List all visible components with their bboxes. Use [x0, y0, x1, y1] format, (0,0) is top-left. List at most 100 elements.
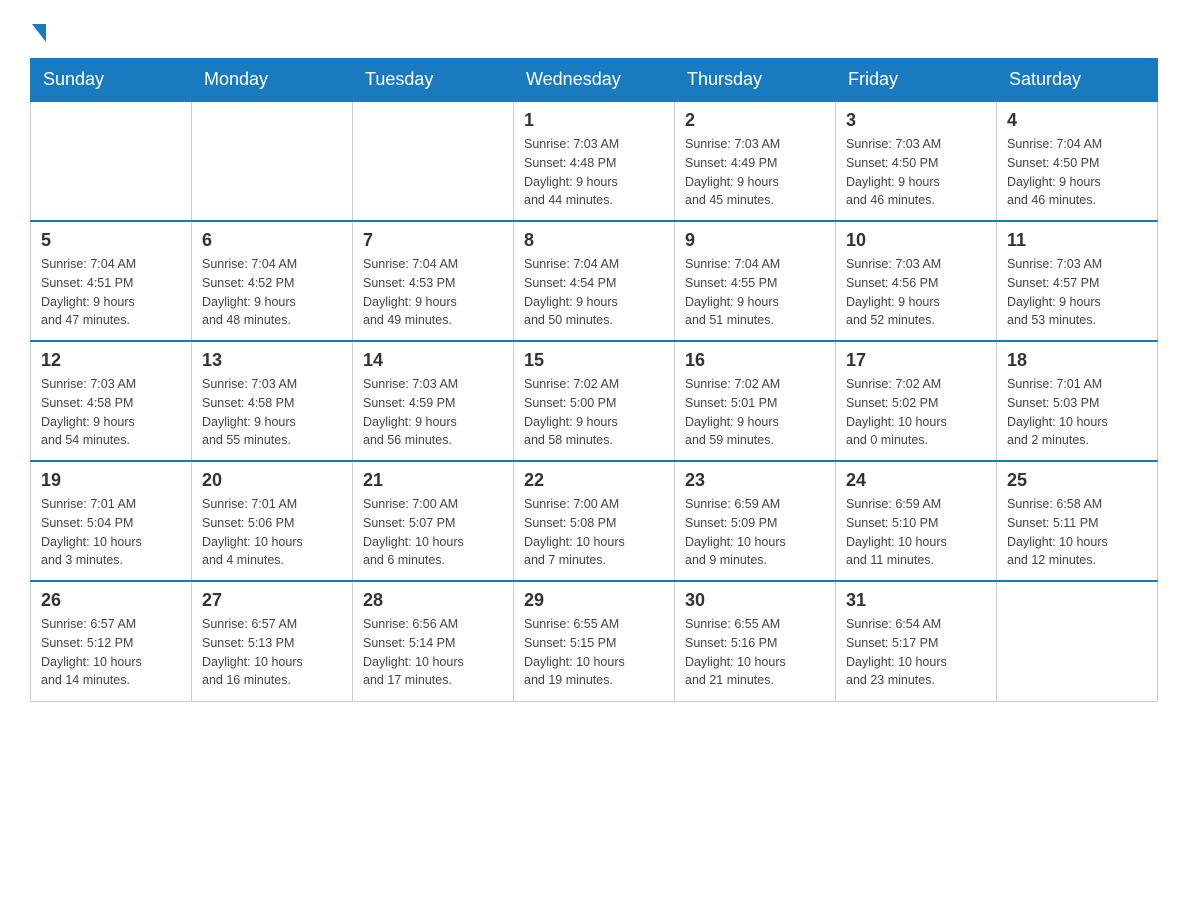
calendar-cell: 30Sunrise: 6:55 AM Sunset: 5:16 PM Dayli…: [675, 581, 836, 701]
day-number: 5: [41, 230, 181, 251]
calendar-cell: 1 Sunrise: 7:03 AM Sunset: 4:48 PM Daylig…: [514, 101, 675, 221]
day-number: 1: [524, 110, 664, 131]
day-number: 25: [1007, 470, 1147, 491]
calendar-week-3: 12 Sunrise: 7:03 AM Sunset: 4:58 PM Dayli…: [31, 341, 1158, 461]
calendar-header-saturday: Saturday: [997, 59, 1158, 102]
day-number: 8: [524, 230, 664, 251]
calendar-cell: 18 Sunrise: 7:01 AM Sunset: 5:03 PM Dayli…: [997, 341, 1158, 461]
day-number: 20: [202, 470, 342, 491]
calendar-cell: 11Sunrise: 7:03 AM Sunset: 4:57 PM Dayli…: [997, 221, 1158, 341]
calendar-week-4: 19 Sunrise: 7:01 AM Sunset: 5:04 PM Dayli…: [31, 461, 1158, 581]
day-info: Sunrise: 7:04 AM Sunset: 4:53 PM Dayligh…: [363, 255, 503, 330]
day-info: Sunrise: 7:03 AM Sunset: 4:58 PM Dayligh…: [41, 375, 181, 450]
day-number: 9: [685, 230, 825, 251]
day-info: Sunrise: 7:01 AM Sunset: 5:04 PM Dayligh…: [41, 495, 181, 570]
calendar-cell: 22 Sunrise: 7:00 AM Sunset: 5:08 PM Dayli…: [514, 461, 675, 581]
day-info: Sunrise: 7:03 AM Sunset: 4:49 PM Dayligh…: [685, 135, 825, 210]
day-info: Sunrise: 7:00 AM Sunset: 5:08 PM Dayligh…: [524, 495, 664, 570]
calendar-cell: [31, 101, 192, 221]
day-number: 28: [363, 590, 503, 611]
day-number: 18: [1007, 350, 1147, 371]
day-number: 14: [363, 350, 503, 371]
calendar-cell: 27 Sunrise: 6:57 AM Sunset: 5:13 PM Dayli…: [192, 581, 353, 701]
day-info: Sunrise: 7:02 AM Sunset: 5:00 PM Dayligh…: [524, 375, 664, 450]
calendar-cell: 25 Sunrise: 6:58 AM Sunset: 5:11 PM Dayli…: [997, 461, 1158, 581]
calendar-cell: 12 Sunrise: 7:03 AM Sunset: 4:58 PM Dayli…: [31, 341, 192, 461]
day-number: 19: [41, 470, 181, 491]
calendar-cell: [353, 101, 514, 221]
calendar-header-sunday: Sunday: [31, 59, 192, 102]
calendar-cell: 23Sunrise: 6:59 AM Sunset: 5:09 PM Dayli…: [675, 461, 836, 581]
calendar-header-monday: Monday: [192, 59, 353, 102]
calendar-week-1: 1 Sunrise: 7:03 AM Sunset: 4:48 PM Daylig…: [31, 101, 1158, 221]
calendar-cell: 14 Sunrise: 7:03 AM Sunset: 4:59 PM Dayli…: [353, 341, 514, 461]
day-number: 17: [846, 350, 986, 371]
calendar-header-tuesday: Tuesday: [353, 59, 514, 102]
day-info: Sunrise: 7:03 AM Sunset: 4:48 PM Dayligh…: [524, 135, 664, 210]
day-number: 10: [846, 230, 986, 251]
logo: [30, 20, 46, 38]
calendar-cell: 5 Sunrise: 7:04 AM Sunset: 4:51 PM Daylig…: [31, 221, 192, 341]
calendar-cell: 17 Sunrise: 7:02 AM Sunset: 5:02 PM Dayli…: [836, 341, 997, 461]
day-info: Sunrise: 7:03 AM Sunset: 4:59 PM Dayligh…: [363, 375, 503, 450]
day-number: 31: [846, 590, 986, 611]
day-info: Sunrise: 7:04 AM Sunset: 4:50 PM Dayligh…: [1007, 135, 1147, 210]
day-info: Sunrise: 7:02 AM Sunset: 5:02 PM Dayligh…: [846, 375, 986, 450]
day-info: Sunrise: 7:03 AM Sunset: 4:58 PM Dayligh…: [202, 375, 342, 450]
calendar-cell: 9 Sunrise: 7:04 AM Sunset: 4:55 PM Daylig…: [675, 221, 836, 341]
day-number: 21: [363, 470, 503, 491]
calendar-header-row: SundayMondayTuesdayWednesdayThursdayFrid…: [31, 59, 1158, 102]
day-info: Sunrise: 7:02 AM Sunset: 5:01 PM Dayligh…: [685, 375, 825, 450]
calendar-cell: [192, 101, 353, 221]
day-info: Sunrise: 7:03 AM Sunset: 4:50 PM Dayligh…: [846, 135, 986, 210]
page-header: [30, 20, 1158, 38]
calendar-cell: 10 Sunrise: 7:03 AM Sunset: 4:56 PM Dayli…: [836, 221, 997, 341]
day-number: 16: [685, 350, 825, 371]
day-number: 4: [1007, 110, 1147, 131]
day-number: 3: [846, 110, 986, 131]
day-info: Sunrise: 6:58 AM Sunset: 5:11 PM Dayligh…: [1007, 495, 1147, 570]
day-info: Sunrise: 6:57 AM Sunset: 5:12 PM Dayligh…: [41, 615, 181, 690]
day-number: 24: [846, 470, 986, 491]
day-info: Sunrise: 7:01 AM Sunset: 5:06 PM Dayligh…: [202, 495, 342, 570]
day-info: Sunrise: 7:03 AM Sunset: 4:56 PM Dayligh…: [846, 255, 986, 330]
day-number: 27: [202, 590, 342, 611]
day-info: Sunrise: 7:04 AM Sunset: 4:55 PM Dayligh…: [685, 255, 825, 330]
day-number: 13: [202, 350, 342, 371]
calendar-cell: 20 Sunrise: 7:01 AM Sunset: 5:06 PM Dayli…: [192, 461, 353, 581]
day-info: Sunrise: 7:01 AM Sunset: 5:03 PM Dayligh…: [1007, 375, 1147, 450]
calendar-cell: 26Sunrise: 6:57 AM Sunset: 5:12 PM Dayli…: [31, 581, 192, 701]
day-info: Sunrise: 6:59 AM Sunset: 5:10 PM Dayligh…: [846, 495, 986, 570]
calendar-cell: 6Sunrise: 7:04 AM Sunset: 4:52 PM Daylig…: [192, 221, 353, 341]
calendar-header-friday: Friday: [836, 59, 997, 102]
day-info: Sunrise: 7:00 AM Sunset: 5:07 PM Dayligh…: [363, 495, 503, 570]
day-number: 15: [524, 350, 664, 371]
day-info: Sunrise: 6:54 AM Sunset: 5:17 PM Dayligh…: [846, 615, 986, 690]
day-info: Sunrise: 7:03 AM Sunset: 4:57 PM Dayligh…: [1007, 255, 1147, 330]
day-number: 12: [41, 350, 181, 371]
day-number: 23: [685, 470, 825, 491]
day-info: Sunrise: 6:56 AM Sunset: 5:14 PM Dayligh…: [363, 615, 503, 690]
calendar-cell: 3 Sunrise: 7:03 AM Sunset: 4:50 PM Daylig…: [836, 101, 997, 221]
calendar-cell: 29Sunrise: 6:55 AM Sunset: 5:15 PM Dayli…: [514, 581, 675, 701]
day-info: Sunrise: 7:04 AM Sunset: 4:54 PM Dayligh…: [524, 255, 664, 330]
calendar-cell: 24 Sunrise: 6:59 AM Sunset: 5:10 PM Dayli…: [836, 461, 997, 581]
calendar-cell: [997, 581, 1158, 701]
day-info: Sunrise: 7:04 AM Sunset: 4:51 PM Dayligh…: [41, 255, 181, 330]
day-number: 7: [363, 230, 503, 251]
calendar-cell: 4 Sunrise: 7:04 AM Sunset: 4:50 PM Daylig…: [997, 101, 1158, 221]
calendar-cell: 19 Sunrise: 7:01 AM Sunset: 5:04 PM Dayli…: [31, 461, 192, 581]
day-number: 22: [524, 470, 664, 491]
day-number: 2: [685, 110, 825, 131]
calendar-cell: 16 Sunrise: 7:02 AM Sunset: 5:01 PM Dayli…: [675, 341, 836, 461]
day-number: 30: [685, 590, 825, 611]
calendar-week-5: 26Sunrise: 6:57 AM Sunset: 5:12 PM Dayli…: [31, 581, 1158, 701]
day-info: Sunrise: 6:57 AM Sunset: 5:13 PM Dayligh…: [202, 615, 342, 690]
day-info: Sunrise: 6:55 AM Sunset: 5:15 PM Dayligh…: [524, 615, 664, 690]
calendar-header-thursday: Thursday: [675, 59, 836, 102]
calendar-header-wednesday: Wednesday: [514, 59, 675, 102]
calendar-cell: 7 Sunrise: 7:04 AM Sunset: 4:53 PM Daylig…: [353, 221, 514, 341]
day-info: Sunrise: 7:04 AM Sunset: 4:52 PM Dayligh…: [202, 255, 342, 330]
calendar-cell: 8 Sunrise: 7:04 AM Sunset: 4:54 PM Daylig…: [514, 221, 675, 341]
calendar-cell: 15 Sunrise: 7:02 AM Sunset: 5:00 PM Dayli…: [514, 341, 675, 461]
